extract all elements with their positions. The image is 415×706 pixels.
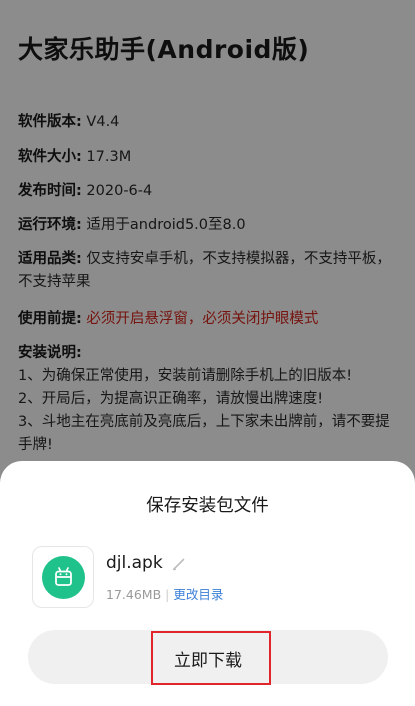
- file-size: 17.46MB: [106, 587, 162, 602]
- pencil-icon[interactable]: [172, 556, 186, 575]
- sheet-title: 保存安装包文件: [146, 496, 269, 516]
- android-robot-glyph: [55, 567, 72, 586]
- file-name: djl.apk: [106, 553, 163, 573]
- highlight-annotation: [151, 631, 271, 685]
- file-meta: 17.46MB | 更改目录: [106, 584, 223, 603]
- change-directory-link[interactable]: 更改目录: [173, 587, 223, 602]
- meta-separator: |: [165, 587, 170, 602]
- app-icon-container: [32, 546, 94, 608]
- android-robot-icon: [42, 556, 85, 599]
